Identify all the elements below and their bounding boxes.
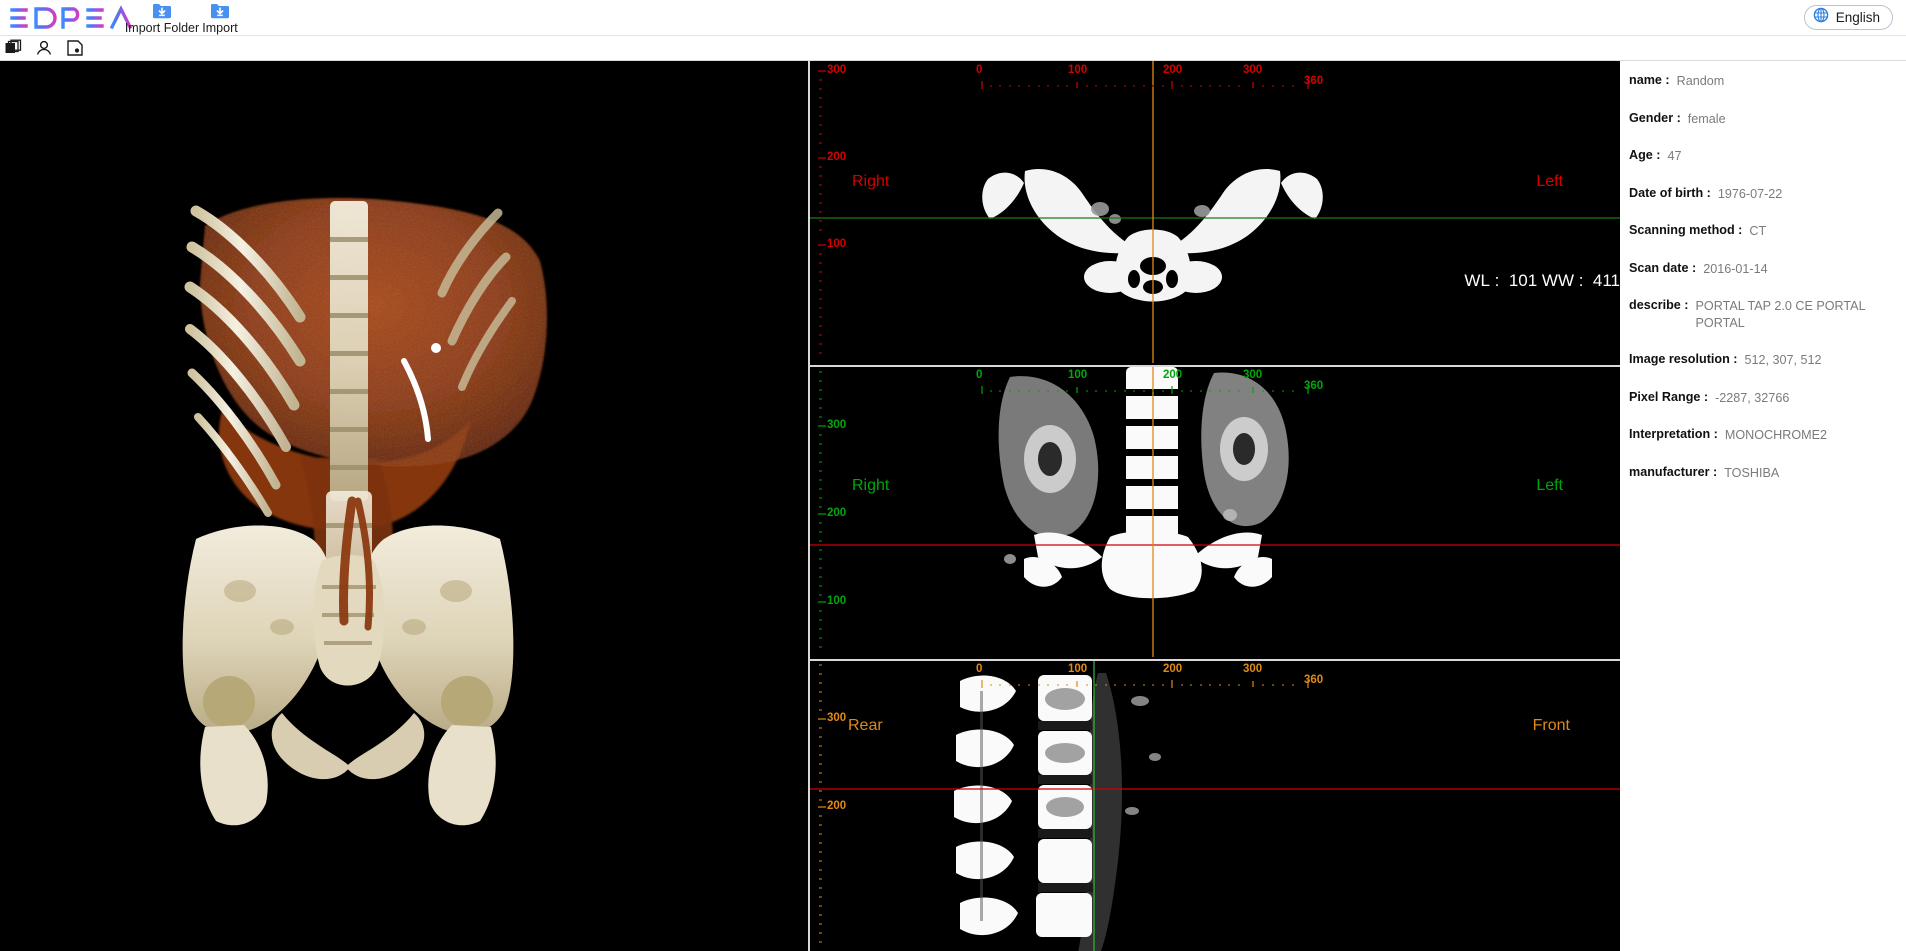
sagittal-vtick-300: 300 — [827, 712, 847, 724]
slice-viewports: 0 100 200 300 360 300 200 100 Right Left… — [808, 61, 1620, 951]
axial-tick-100: 100 — [1068, 64, 1088, 76]
coronal-tick-360: 360 — [1304, 380, 1324, 392]
info-key: describe : — [1629, 298, 1689, 312]
info-row-image-resolution: Image resolution : 512, 307, 512 — [1629, 352, 1906, 369]
import-label: Import — [202, 21, 238, 35]
info-value: CT — [1749, 224, 1767, 238]
info-key: Pixel Range : — [1629, 389, 1709, 404]
coronal-horizontal-ruler — [810, 367, 1620, 397]
coronal-tick-200: 200 — [1163, 369, 1183, 381]
coronal-view[interactable]: 0 100 200 300 360 300 200 100 Right Left — [810, 365, 1620, 657]
info-value: PORTAL TAP 2.0 CE PORTAL PORTAL — [1695, 299, 1866, 330]
info-value: TOSHIBA — [1724, 465, 1780, 480]
main-stage: 0 100 200 300 360 300 200 100 Right Left… — [0, 61, 1906, 951]
info-row-manufacturer: manufacturer : TOSHIBA — [1629, 465, 1906, 482]
axial-tick-300: 300 — [1243, 64, 1263, 76]
info-row-gender: Gender : female — [1629, 111, 1906, 128]
axial-tick-0: 0 — [976, 64, 983, 76]
info-key: Scanning method : — [1629, 223, 1743, 237]
axial-horizontal-ruler — [810, 61, 1620, 91]
info-value: Random — [1676, 74, 1725, 88]
info-value: MONOCHROME2 — [1724, 428, 1828, 442]
axial-vtick-100: 100 — [827, 238, 847, 250]
sagittal-tick-360: 360 — [1304, 674, 1324, 686]
sagittal-view[interactable]: 0 100 200 300 360 300 200 Rear Front — [810, 659, 1620, 951]
info-value: 47 — [1667, 149, 1682, 163]
info-key: Interpretation : — [1629, 427, 1718, 441]
info-key: Age : — [1629, 148, 1661, 162]
coronal-orientation-left: Left — [1536, 477, 1563, 494]
info-row-name: name : Random — [1629, 73, 1906, 90]
axial-tick-200: 200 — [1163, 64, 1183, 76]
language-selector[interactable]: English — [1803, 5, 1893, 30]
coronal-orientation-right: Right — [852, 477, 890, 494]
sagittal-tick-100: 100 — [1068, 663, 1088, 675]
axial-orientation-right: Right — [852, 173, 890, 190]
info-key: Image resolution : — [1629, 352, 1738, 366]
info-row-date-of-birth: Date of birth : 1976-07-22 — [1629, 186, 1906, 203]
info-key: Scan date : — [1629, 260, 1697, 275]
info-row-pixel-range: Pixel Range : -2287, 32766 — [1629, 390, 1906, 407]
axial-vtick-200: 200 — [827, 151, 847, 163]
coronal-vtick-200: 200 — [827, 507, 847, 519]
language-label: English — [1835, 10, 1880, 25]
info-row-age: Age : 47 — [1629, 148, 1906, 165]
coronal-vtick-300: 300 — [827, 419, 847, 431]
window-level-readout: WL : 101 WW : 411 — [1464, 271, 1620, 290]
coronal-vtick-100: 100 — [827, 595, 847, 607]
axial-tick-360: 360 — [1304, 75, 1324, 87]
info-row-scanning-method: Scanning method : CT — [1629, 223, 1906, 240]
axial-orientation-left: Left — [1536, 173, 1563, 190]
patient-info-panel: name : Random Gender : female Age : 47 D… — [1620, 61, 1906, 951]
info-value: 1976-07-22 — [1717, 186, 1783, 201]
info-key: manufacturer : — [1629, 464, 1718, 479]
folder-download-icon — [152, 2, 172, 20]
coronal-tick-0: 0 — [976, 369, 983, 381]
sagittal-orientation-rear: Rear — [848, 717, 883, 734]
info-key: Date of birth : — [1629, 185, 1711, 200]
globe-icon — [1813, 7, 1829, 28]
secondary-toolbar — [0, 36, 1906, 61]
coronal-tick-300: 300 — [1243, 369, 1263, 381]
import-folder-label: Import Folder — [124, 21, 200, 35]
volume-render-viewport[interactable] — [0, 61, 806, 951]
info-value: -2287, 32766 — [1715, 390, 1790, 405]
info-value: 2016-01-14 — [1703, 261, 1768, 276]
sagittal-tick-0: 0 — [976, 663, 983, 675]
coronal-tick-100: 100 — [1068, 369, 1088, 381]
axial-vertical-ruler — [810, 61, 838, 363]
import-button[interactable]: Import — [190, 0, 250, 36]
info-row-scan-date: Scan date : 2016-01-14 — [1629, 261, 1906, 278]
file-download-icon — [210, 2, 230, 20]
top-bar: Import Folder Import English — [0, 0, 1906, 36]
sagittal-vtick-200: 200 — [827, 800, 847, 812]
info-key: Gender : — [1629, 110, 1681, 125]
sagittal-horizontal-ruler — [810, 661, 1620, 691]
info-value: female — [1687, 111, 1726, 126]
save-snapshot-icon[interactable] — [66, 39, 84, 57]
info-row-interpretation: Interpretation : MONOCHROME2 — [1629, 427, 1906, 444]
sagittal-tick-200: 200 — [1163, 663, 1183, 675]
info-value: 512, 307, 512 — [1744, 353, 1822, 367]
axial-vtick-300: 300 — [827, 64, 847, 76]
info-key: name : — [1629, 73, 1670, 87]
layers-icon[interactable] — [4, 39, 22, 57]
axial-view[interactable]: 0 100 200 300 360 300 200 100 Right Left… — [810, 61, 1620, 363]
patient-icon[interactable] — [35, 39, 53, 57]
info-row-describe: describe : PORTAL TAP 2.0 CE PORTAL PORT… — [1629, 298, 1906, 331]
sagittal-orientation-front: Front — [1532, 717, 1570, 734]
sagittal-tick-300: 300 — [1243, 663, 1263, 675]
